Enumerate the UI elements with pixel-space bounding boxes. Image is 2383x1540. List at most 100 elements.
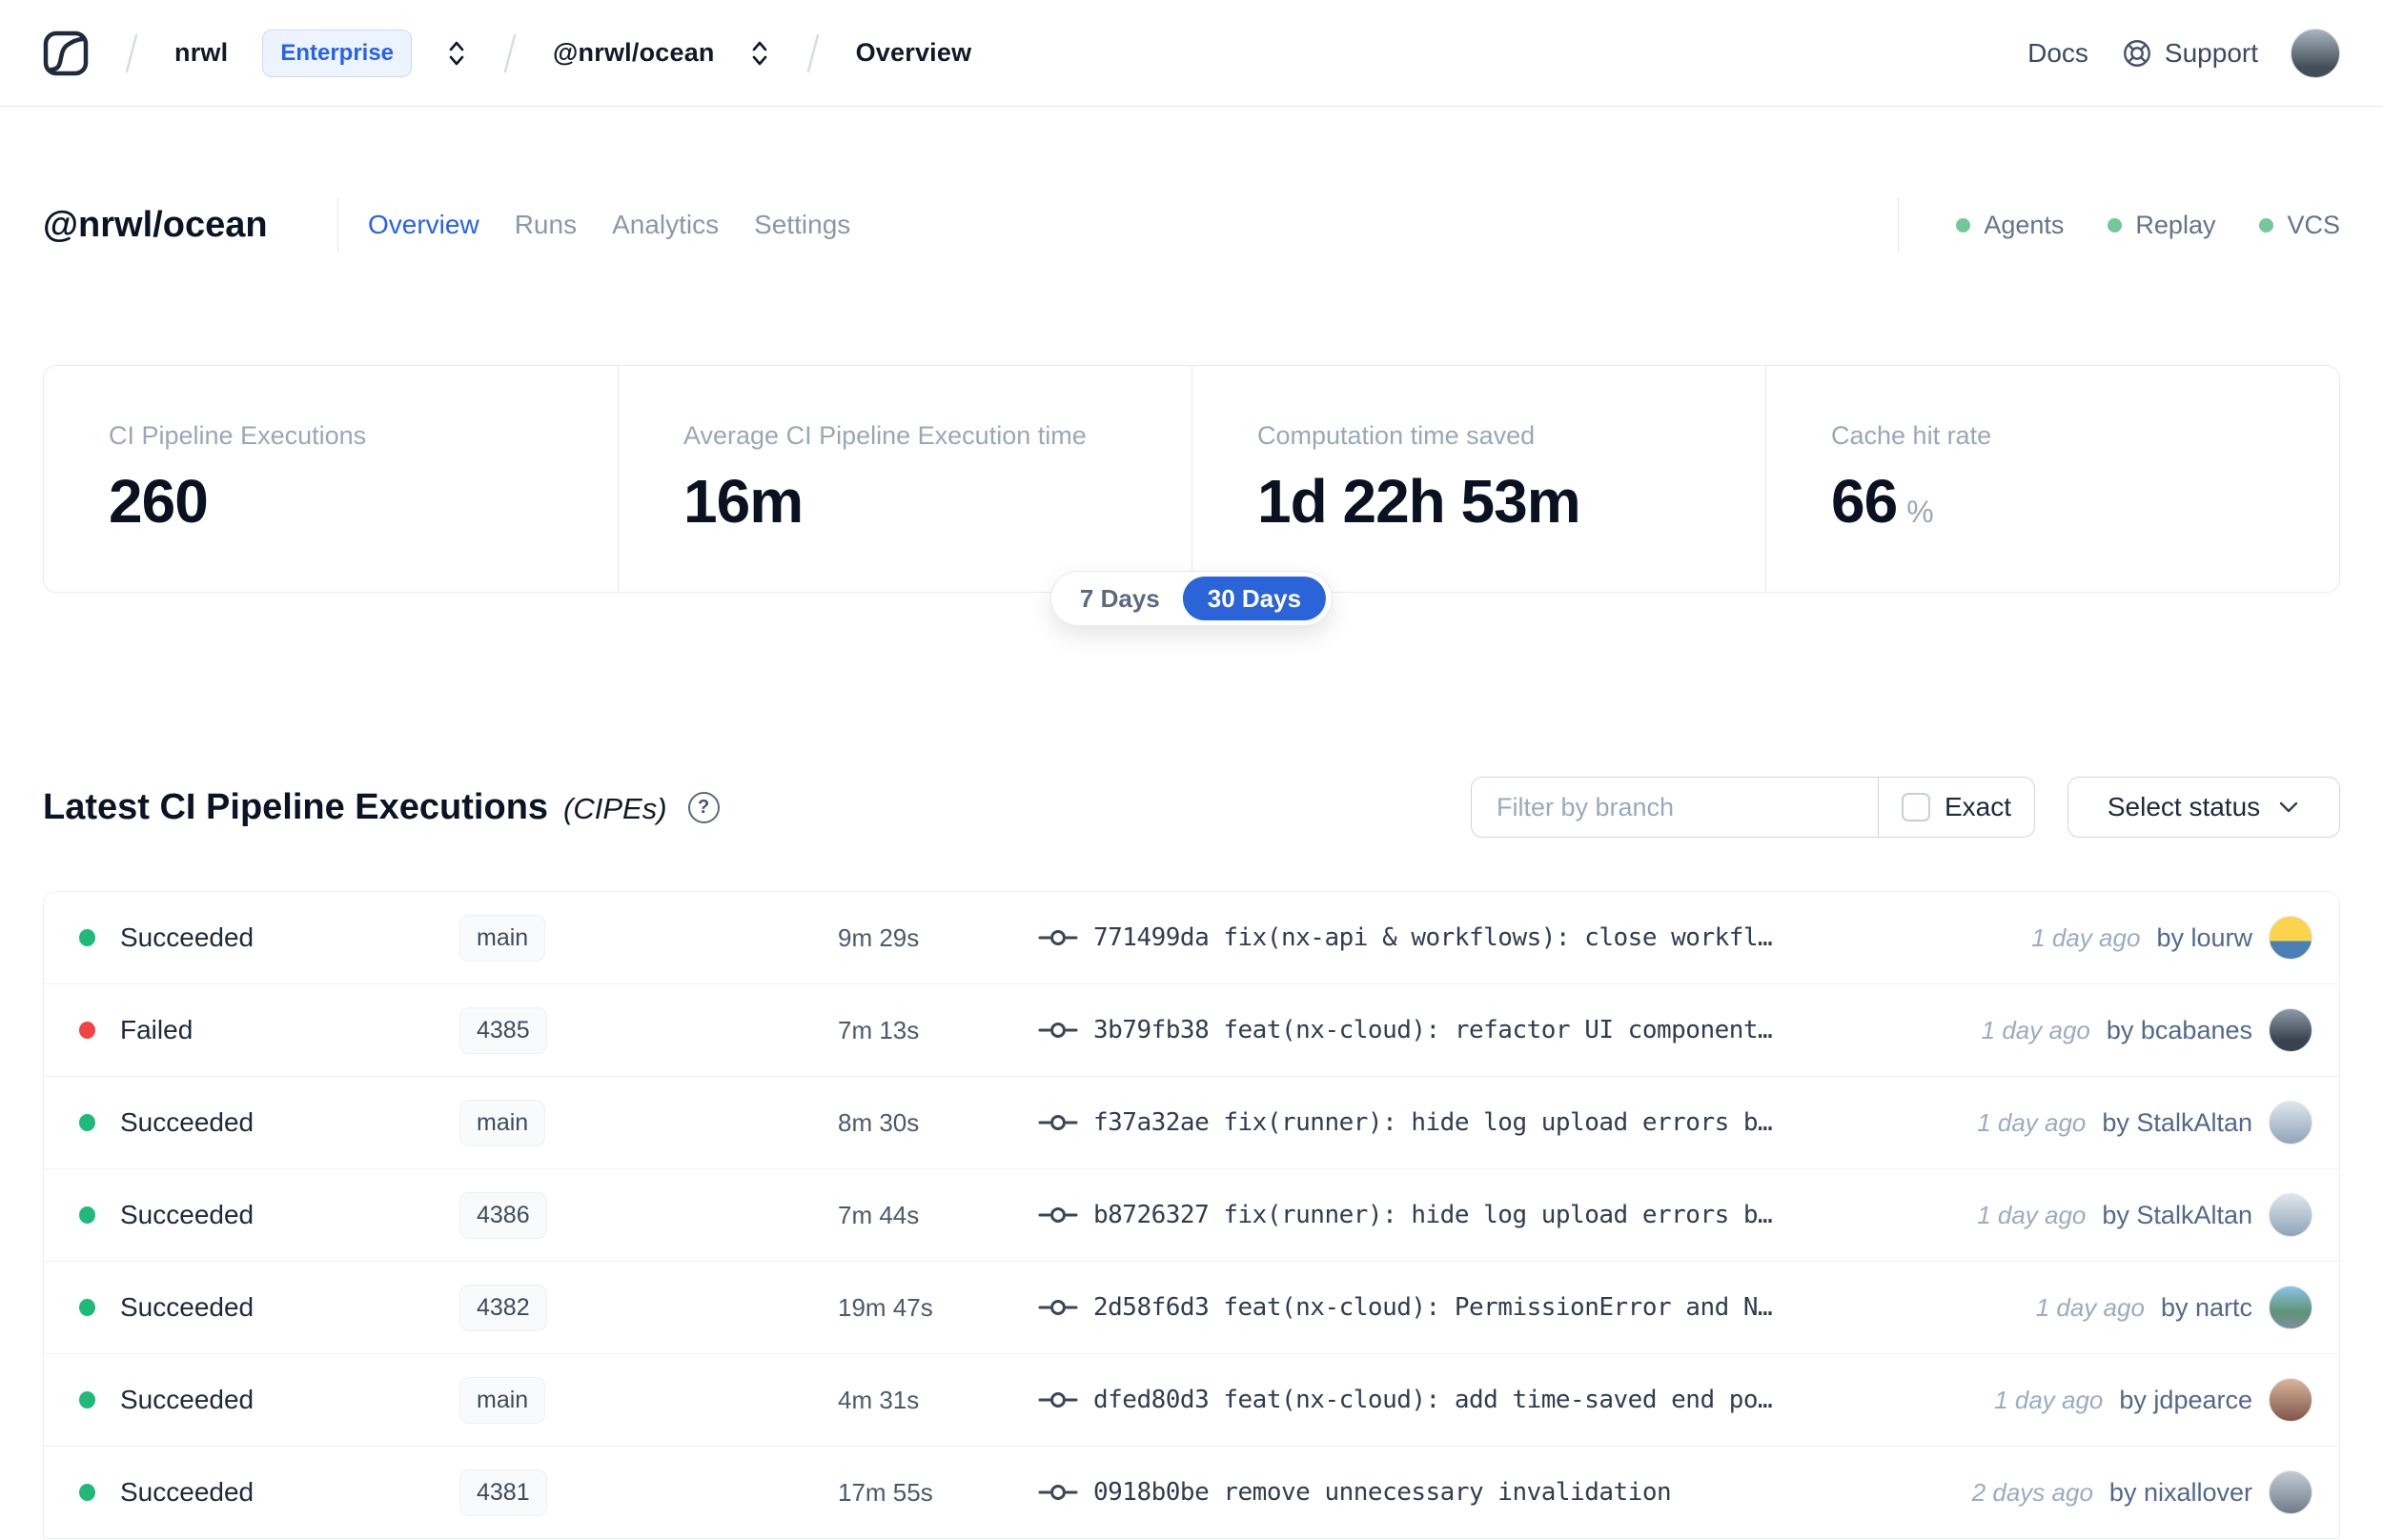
stat-label: Cache hit rate (1831, 421, 1992, 450)
range-30-days-button[interactable]: 30 Days (1182, 577, 1327, 620)
commit-icon (1038, 1203, 1078, 1227)
author-avatar (2269, 1008, 2312, 1052)
branch-filter-input[interactable] (1472, 778, 1878, 837)
tab-runs[interactable]: Runs (513, 204, 579, 246)
cipe-table: Succeeded main 9m 29s 771499da fix(nx-ap… (43, 891, 2340, 1539)
green-status-dot-icon (2108, 217, 2123, 233)
time-ago: 1 day ago (1981, 1015, 2090, 1044)
table-row[interactable]: Succeeded 4381 17m 55s 0918b0be remove u… (44, 1447, 2339, 1539)
branch-badge[interactable]: main (459, 1099, 546, 1146)
commit-message[interactable]: 3b79fb38 feat(nx-cloud): refactor UI com… (1093, 1016, 1773, 1044)
author: by lourw (2156, 922, 2252, 952)
table-row[interactable]: Succeeded 4386 7m 44s b8726327 fix(runne… (44, 1169, 2339, 1262)
top-navbar: nrwl Enterprise @nrwl/ocean Overview Doc… (0, 0, 2383, 107)
stat-label: Average CI Pipeline Execution time (683, 421, 1087, 450)
workspace-name[interactable]: @nrwl/ocean (553, 38, 715, 68)
vcs-indicator[interactable]: VCS (2259, 211, 2340, 240)
branch-badge[interactable]: 4381 (459, 1469, 547, 1516)
status-label: Succeeded (120, 1292, 255, 1322)
lifebuoy-icon (2121, 37, 2153, 70)
table-row[interactable]: Succeeded main 9m 29s 771499da fix(nx-ap… (44, 892, 2339, 984)
commit-icon (1038, 1388, 1078, 1412)
status-dot-icon (79, 1484, 95, 1501)
replay-indicator[interactable]: Replay (2108, 211, 2215, 240)
table-row[interactable]: Succeeded main 4m 31s dfed80d3 feat(nx-c… (44, 1354, 2339, 1447)
branch-filter-group: Exact (1471, 777, 2035, 838)
stat-value: 1d 22h 53m (1257, 467, 1581, 536)
date-range-toggle: 7 Days 30 Days (1049, 571, 1334, 626)
exact-toggle[interactable]: Exact (1877, 778, 2034, 837)
status-dot-icon (79, 929, 95, 946)
duration: 8m 30s (838, 1107, 920, 1137)
tab-overview[interactable]: Overview (366, 204, 481, 246)
slash-icon (805, 32, 822, 74)
branch-badge[interactable]: 4386 (459, 1191, 547, 1239)
time-ago: 1 day ago (1994, 1385, 2104, 1414)
commit-message[interactable]: dfed80d3 feat(nx-cloud): add time-saved … (1093, 1386, 1773, 1414)
branch-badge[interactable]: main (459, 1376, 546, 1424)
commit-message[interactable]: b8726327 fix(runner): hide log upload er… (1093, 1201, 1773, 1229)
divider (337, 197, 338, 253)
green-status-dot-icon (2259, 217, 2274, 233)
slash-icon (123, 32, 140, 74)
duration: 17m 55s (838, 1477, 933, 1507)
stat-label: CI Pipeline Executions (109, 421, 367, 450)
author: by StalkAltan (2102, 1107, 2252, 1137)
docs-link[interactable]: Docs (2027, 38, 2088, 69)
tab-settings[interactable]: Settings (752, 204, 852, 246)
time-ago: 2 days ago (1971, 1477, 2093, 1507)
navbar-actions: Docs Support (2027, 28, 2340, 78)
support-link[interactable]: Support (2121, 37, 2258, 70)
replay-label: Replay (2135, 210, 2216, 239)
status-select-label: Select status (2107, 792, 2261, 821)
exact-checkbox[interactable] (1901, 793, 1930, 821)
duration: 19m 47s (838, 1292, 933, 1322)
commit-message[interactable]: 0918b0be remove unnecessary invalidation (1093, 1478, 1672, 1507)
author-avatar (2269, 1286, 2312, 1329)
author-avatar (2269, 1470, 2312, 1514)
vcs-label: VCS (2287, 210, 2340, 239)
org-name[interactable]: nrwl (174, 38, 228, 68)
commit-icon (1038, 1018, 1078, 1043)
exact-label: Exact (1944, 792, 2011, 821)
section-title-suffix: (CIPEs) (563, 791, 667, 825)
author-avatar (2269, 916, 2312, 960)
status-label: Succeeded (120, 1385, 255, 1414)
author: by jdpearce (2119, 1385, 2252, 1414)
nx-cloud-logo-icon[interactable] (43, 30, 89, 76)
commit-message[interactable]: f37a32ae fix(runner): hide log upload er… (1093, 1108, 1773, 1137)
table-row[interactable]: Succeeded main 8m 30s f37a32ae fix(runne… (44, 1077, 2339, 1169)
author-avatar (2269, 1193, 2312, 1237)
table-row[interactable]: Succeeded 4382 19m 47s 2d58f6d3 feat(nx-… (44, 1262, 2339, 1354)
stat-card-cache-hit-rate: Cache hit rate 66% (1765, 366, 2339, 592)
agents-indicator[interactable]: Agents (1956, 211, 2064, 240)
status-dot-icon (79, 1299, 95, 1316)
breadcrumb: nrwl Enterprise @nrwl/ocean Overview (43, 29, 971, 77)
help-icon[interactable]: ? (687, 791, 720, 823)
tab-analytics[interactable]: Analytics (610, 204, 721, 246)
status-select-button[interactable]: Select status (2067, 777, 2340, 838)
workspace-switcher-chevron-updown-icon[interactable] (749, 39, 770, 68)
chevron-down-icon (2277, 800, 2300, 815)
duration: 7m 13s (838, 1015, 920, 1044)
org-switcher-chevron-updown-icon[interactable] (446, 39, 467, 68)
author-avatar (2269, 1101, 2312, 1145)
enterprise-badge[interactable]: Enterprise (262, 29, 413, 77)
page-title: @nrwl/ocean (43, 204, 268, 245)
duration: 9m 29s (838, 922, 920, 952)
range-7-days-button[interactable]: 7 Days (1057, 584, 1183, 614)
cipe-section-header: Latest CI Pipeline Executions (CIPEs) ? … (43, 777, 2340, 838)
time-ago: 1 day ago (1977, 1107, 2087, 1137)
branch-badge[interactable]: 4385 (459, 1006, 547, 1054)
branch-badge[interactable]: main (459, 914, 546, 962)
commit-message[interactable]: 771499da fix(nx-api & workflows): close … (1093, 923, 1773, 952)
stat-card-ci-pipeline-executions: CI Pipeline Executions 260 (44, 366, 618, 592)
user-avatar[interactable] (2291, 28, 2340, 78)
stat-card-computation-time-saved: Computation time saved 1d 22h 53m (1192, 366, 1765, 592)
author: by StalkAltan (2102, 1200, 2252, 1229)
commit-message[interactable]: 2d58f6d3 feat(nx-cloud): PermissionError… (1093, 1293, 1773, 1322)
branch-badge[interactable]: 4382 (459, 1284, 547, 1331)
author: by nartc (2160, 1292, 2252, 1322)
cipe-title-wrap: Latest CI Pipeline Executions (CIPEs) (43, 787, 667, 828)
table-row[interactable]: Failed 4385 7m 13s 3b79fb38 feat(nx-clou… (44, 984, 2339, 1077)
